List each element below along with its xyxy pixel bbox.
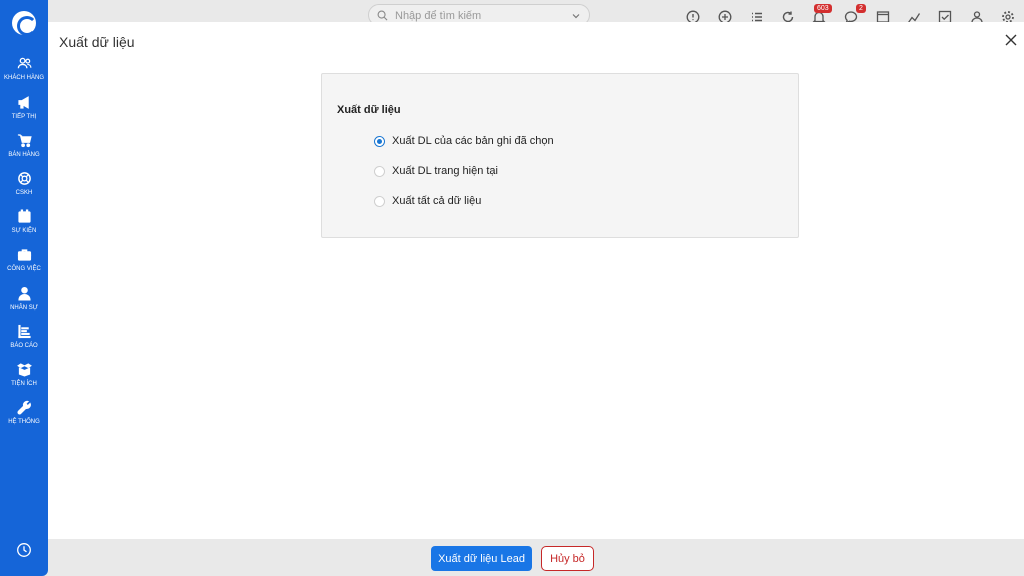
sidebar-item-label: SỰ KIỆN	[11, 228, 37, 234]
search-icon	[377, 10, 388, 21]
sidebar-item-tien-ich[interactable]: TIỆN ÍCH	[0, 362, 48, 398]
sidebar: KHÁCH HÀNG TIẾP THỊ BÁN HÀNG CSKH SỰ KIỆ…	[0, 0, 48, 576]
option-selected-records[interactable]: Xuất DL của các bản ghi đã chọn	[374, 133, 554, 149]
person-icon	[17, 286, 31, 301]
export-data-modal: Xuất dữ liệu Xuất dữ liệu Xuất DL của cá…	[48, 22, 1024, 576]
lifebuoy-icon	[17, 172, 31, 185]
users-icon	[17, 57, 31, 69]
chevron-down-icon	[572, 14, 580, 19]
export-lead-button[interactable]: Xuất dữ liệu Lead	[431, 546, 532, 571]
calendar-icon	[17, 209, 31, 223]
option-label: Xuất DL của các bản ghi đã chọn	[392, 135, 554, 147]
sidebar-item-label: CÔNG VIỆC	[7, 266, 41, 272]
sidebar-item-ban-hang[interactable]: BÁN HÀNG	[0, 133, 48, 169]
box-icon	[16, 363, 32, 377]
sidebar-item-label: KHÁCH HÀNG	[3, 75, 44, 81]
notification-badge: 603	[814, 4, 832, 13]
briefcase-icon	[17, 249, 31, 261]
sidebar-item-label: HỆ THỐNG	[8, 419, 40, 425]
sidebar-item-label: BÁN HÀNG	[8, 152, 40, 158]
option-label: Xuất tất cả dữ liệu	[392, 195, 482, 207]
report-icon	[17, 324, 31, 339]
sidebar-item-bao-cao[interactable]: BÁO CÁO	[0, 324, 48, 360]
sidebar-item-cskh[interactable]: CSKH	[0, 171, 48, 207]
sidebar-item-nhan-su[interactable]: NHÂN SỰ	[0, 286, 48, 322]
option-label: Xuất DL trang hiện tại	[392, 165, 498, 177]
modal-footer: Xuất dữ liệu Lead Hủy bỏ	[48, 539, 1024, 576]
search-placeholder: Nhập để tìm kiếm	[395, 10, 482, 22]
sidebar-item-su-kien[interactable]: SỰ KIỆN	[0, 209, 48, 245]
sidebar-item-label: NHÂN SỰ	[10, 305, 38, 311]
history-clock-icon[interactable]	[16, 542, 32, 558]
radio-selected-records[interactable]	[374, 135, 385, 147]
app-logo[interactable]	[12, 11, 37, 36]
cancel-button[interactable]: Hủy bỏ	[541, 546, 594, 571]
close-icon[interactable]	[1004, 33, 1018, 47]
cart-icon	[17, 134, 32, 148]
sidebar-item-he-thong[interactable]: HỆ THỐNG	[0, 400, 48, 436]
sidebar-item-label: TIẾP THỊ	[11, 114, 37, 120]
sidebar-item-cong-viec[interactable]: CÔNG VIỆC	[0, 247, 48, 283]
sidebar-item-khach-hang[interactable]: KHÁCH HÀNG	[0, 56, 48, 92]
wrench-icon	[16, 400, 31, 415]
radio-all-data[interactable]	[374, 195, 385, 207]
option-all-data[interactable]: Xuất tất cả dữ liệu	[374, 193, 481, 209]
chat-badge: 2	[856, 4, 866, 13]
sidebar-item-label: TIỆN ÍCH	[11, 381, 37, 387]
modal-title: Xuất dữ liệu	[59, 34, 135, 50]
radio-current-page[interactable]	[374, 165, 385, 177]
sidebar-item-tiep-thi[interactable]: TIẾP THỊ	[0, 95, 48, 131]
megaphone-icon	[17, 96, 29, 109]
section-label: Xuất dữ liệu	[337, 104, 401, 116]
sidebar-item-label: CSKH	[15, 190, 33, 196]
option-current-page[interactable]: Xuất DL trang hiện tại	[374, 163, 498, 179]
sidebar-item-label: BÁO CÁO	[10, 343, 38, 349]
export-options-panel: Xuất dữ liệu Xuất DL của các bản ghi đã …	[321, 73, 799, 238]
